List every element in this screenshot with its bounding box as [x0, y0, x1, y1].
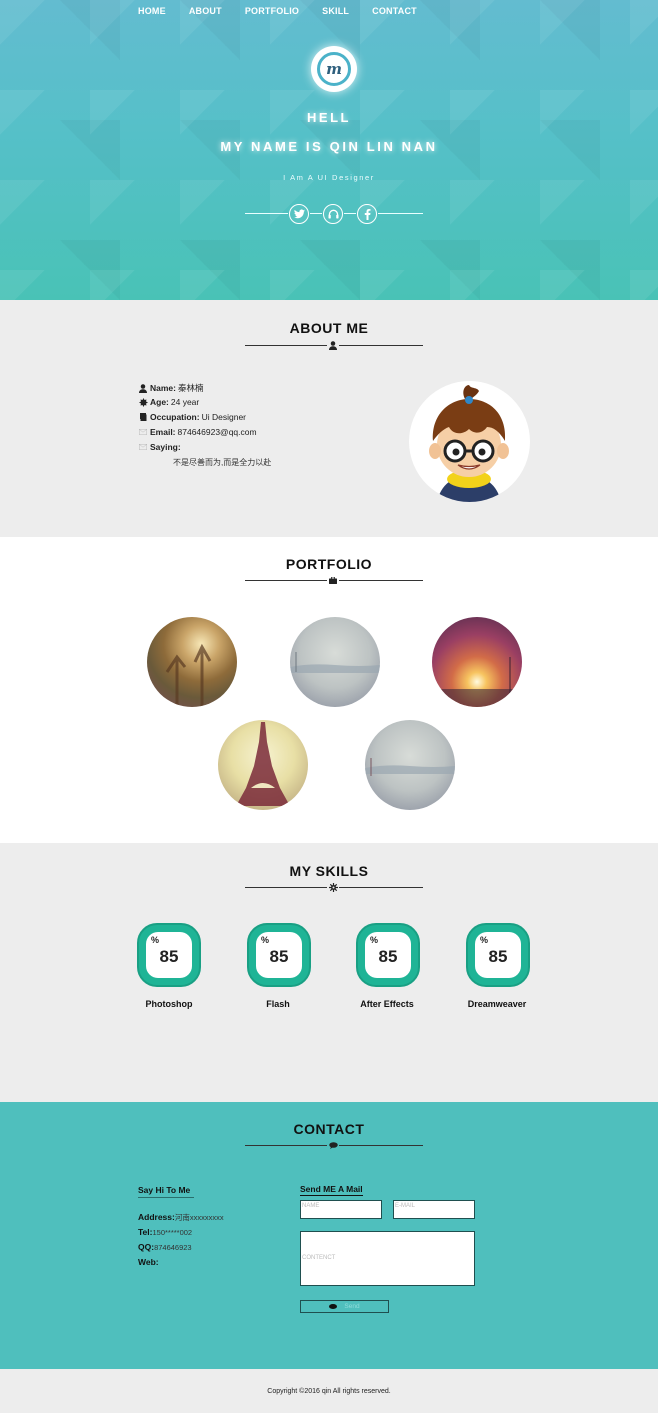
about-row-saying: Saying: [138, 442, 183, 452]
portfolio-image-lake[interactable] [290, 617, 380, 707]
qq-label: QQ: [138, 1242, 155, 1252]
nav-skill[interactable]: SKILL [322, 6, 349, 16]
book-icon [138, 413, 148, 421]
address-label: Address: [138, 1212, 175, 1222]
social-divider-left [245, 213, 288, 214]
envelope-icon [138, 444, 148, 450]
logo-letter: m [317, 52, 351, 86]
nav-about[interactable]: ABOUT [189, 6, 222, 16]
content-textarea[interactable]: CONTENCT [300, 1231, 475, 1286]
gear-icon [327, 882, 339, 892]
social-divider-right [378, 213, 423, 214]
send-mail-heading: Send ME A Mail [300, 1184, 363, 1196]
about-row-email: Email: 874646923@qq.com [138, 427, 257, 437]
say-hi-heading: Say Hi To Me [138, 1184, 194, 1198]
skill-label-after-effects: After Effects [360, 999, 414, 1009]
hero-subtitle: I Am A UI Designer [283, 173, 375, 182]
portfolio-image-sunset[interactable] [432, 617, 522, 707]
top-nav: HOME ABOUT PORTFOLIO SKILL CONTACT [138, 6, 440, 16]
about-value-email: 874646923@qq.com [177, 427, 257, 437]
skill-label-photoshop: Photoshop [145, 999, 193, 1009]
contact-title: CONTACT [293, 1121, 365, 1137]
about-saying-text: 不是尽善而为,而是全力以赴 [173, 458, 272, 467]
skill-value: 85 [269, 947, 289, 966]
about-title: ABOUT ME [289, 320, 369, 336]
hero-name: MY NAME IS QIN LIN NAN [220, 139, 438, 154]
send-button[interactable]: Send [300, 1300, 389, 1313]
skill-flash-meter: % 85 [247, 923, 311, 987]
about-label-email: Email: [150, 427, 176, 437]
about-label-occupation: Occupation: [150, 412, 200, 422]
skill-percent-sign: % [261, 935, 270, 945]
about-value-age: 24 year [170, 397, 200, 407]
portfolio-title: PORTFOLIO [285, 556, 373, 572]
skills-title: MY SKILLS [289, 863, 369, 879]
avatar [409, 381, 530, 502]
skill-percent-sign: % [151, 935, 160, 945]
footer: Copyright ©2016 qin All rights reserved. [0, 1369, 658, 1413]
social-divider-mid1 [310, 213, 322, 214]
hero-banner: HOME ABOUT PORTFOLIO SKILL CONTACT m HEL… [0, 0, 658, 300]
skill-percent-sign: % [370, 935, 379, 945]
about-row-occupation: Occupation: Ui Designer [138, 412, 246, 422]
send-label: Send [344, 1303, 360, 1310]
email-input[interactable]: E-MAIL [393, 1200, 475, 1219]
nav-home[interactable]: HOME [138, 6, 166, 16]
nav-contact[interactable]: CONTACT [372, 6, 417, 16]
contact-tel: Tel:150*****002 [138, 1227, 192, 1237]
contact-address: Address:河南xxxxxxxxx [138, 1212, 224, 1223]
portfolio-image-eiffel[interactable] [218, 720, 308, 810]
headphones-icon[interactable] [323, 204, 343, 224]
name-input[interactable]: NAME [300, 1200, 382, 1219]
portfolio-image-forest[interactable] [147, 617, 237, 707]
skill-value: 85 [159, 947, 179, 966]
skill-label-dreamweaver: Dreamweaver [467, 999, 527, 1009]
user-icon [327, 340, 339, 350]
about-label-saying: Saying: [150, 442, 181, 452]
skill-value: 85 [378, 947, 398, 966]
copyright-text: Copyright ©2016 qin All rights reserved. [267, 1387, 391, 1395]
twitter-icon[interactable] [289, 204, 309, 224]
skill-photoshop-meter: % 85 [137, 923, 201, 987]
tel-value: 150*****002 [152, 1228, 193, 1237]
nav-portfolio[interactable]: PORTFOLIO [245, 6, 299, 16]
envelope-icon [138, 429, 148, 435]
about-value-name: 秦林楠 [177, 383, 204, 393]
user-icon [138, 383, 148, 393]
eye-icon [329, 1304, 338, 1309]
facebook-icon[interactable] [357, 204, 377, 224]
social-divider-mid2 [344, 213, 356, 214]
about-row-name: Name: 秦林楠 [138, 382, 204, 394]
about-row-age: Age: 24 year [138, 397, 199, 407]
hero-hello: HELL [307, 110, 351, 125]
briefcase-icon [327, 575, 339, 585]
address-value: 河南xxxxxxxxx [174, 1213, 224, 1222]
contact-qq: QQ:874646923 [138, 1242, 192, 1252]
about-label-age: Age: [150, 397, 169, 407]
web-label: Web: [138, 1257, 159, 1267]
qq-value: 874646923 [154, 1243, 192, 1252]
tel-label: Tel: [138, 1227, 153, 1237]
skill-label-flash: Flash [266, 999, 290, 1009]
site-logo[interactable]: m [311, 46, 357, 92]
contact-web: Web: [138, 1257, 159, 1267]
skill-percent-sign: % [480, 935, 489, 945]
comment-icon [327, 1140, 339, 1150]
skill-value: 85 [488, 947, 508, 966]
skill-after-effects-meter: % 85 [356, 923, 420, 987]
about-label-name: Name: [150, 383, 176, 393]
portfolio-image-lake-2[interactable] [365, 720, 455, 810]
about-value-occupation: Ui Designer [201, 412, 246, 422]
skill-dreamweaver-meter: % 85 [466, 923, 530, 987]
leaf-icon [138, 397, 148, 407]
